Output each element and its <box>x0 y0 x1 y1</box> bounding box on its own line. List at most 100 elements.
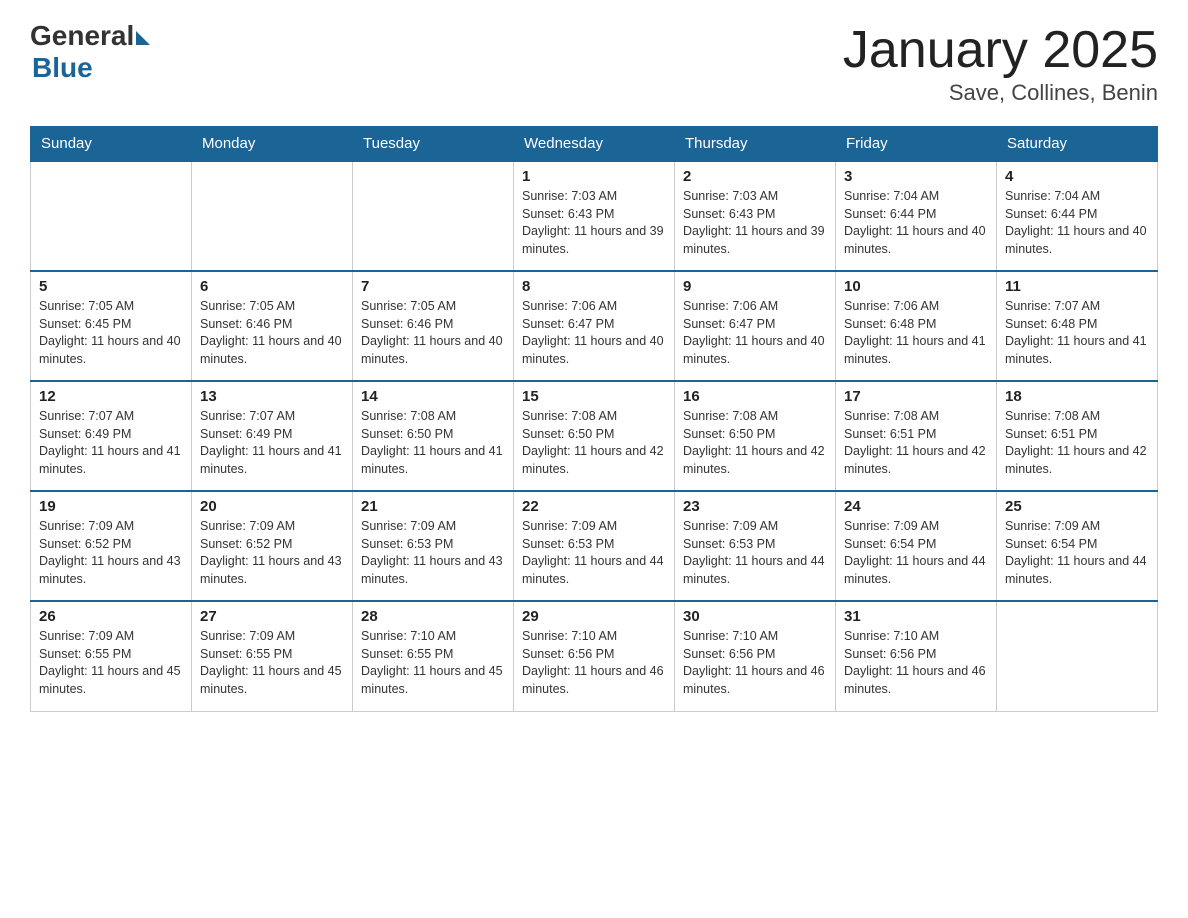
logo-blue-text: Blue <box>32 52 93 84</box>
day-number: 8 <box>522 278 666 295</box>
header-cell-wednesday: Wednesday <box>514 127 675 162</box>
day-info: Sunrise: 7:10 AMSunset: 6:55 PMDaylight:… <box>361 628 505 698</box>
day-number: 10 <box>844 278 988 295</box>
day-info: Sunrise: 7:07 AMSunset: 6:48 PMDaylight:… <box>1005 298 1149 368</box>
day-info: Sunrise: 7:03 AMSunset: 6:43 PMDaylight:… <box>683 188 827 258</box>
day-info: Sunrise: 7:09 AMSunset: 6:55 PMDaylight:… <box>39 628 183 698</box>
day-info: Sunrise: 7:04 AMSunset: 6:44 PMDaylight:… <box>1005 188 1149 258</box>
day-number: 20 <box>200 498 344 515</box>
day-cell: 9 Sunrise: 7:06 AMSunset: 6:47 PMDaylight… <box>675 271 836 381</box>
location-title: Save, Collines, Benin <box>843 80 1158 106</box>
day-number: 26 <box>39 608 183 625</box>
header-cell-monday: Monday <box>192 127 353 162</box>
day-cell: 31 Sunrise: 7:10 AMSunset: 6:56 PMDayligh… <box>836 601 997 711</box>
header-row: SundayMondayTuesdayWednesdayThursdayFrid… <box>31 127 1158 162</box>
calendar-table: SundayMondayTuesdayWednesdayThursdayFrid… <box>30 126 1158 712</box>
day-info: Sunrise: 7:06 AMSunset: 6:47 PMDaylight:… <box>683 298 827 368</box>
day-cell: 18Sunrise: 7:08 AMSunset: 6:51 PMDayligh… <box>997 381 1158 491</box>
header-cell-friday: Friday <box>836 127 997 162</box>
day-info: Sunrise: 7:09 AMSunset: 6:54 PMDaylight:… <box>844 518 988 588</box>
day-cell: 13 Sunrise: 7:07 AMSunset: 6:49 PMDayligh… <box>192 381 353 491</box>
day-number: 13 <box>200 388 344 405</box>
day-info: Sunrise: 7:09 AMSunset: 6:53 PMDaylight:… <box>361 518 505 588</box>
day-info: Sunrise: 7:05 AMSunset: 6:45 PMDaylight:… <box>39 298 183 368</box>
day-number: 14 <box>361 388 505 405</box>
header-cell-saturday: Saturday <box>997 127 1158 162</box>
day-info: Sunrise: 7:10 AMSunset: 6:56 PMDaylight:… <box>844 628 988 698</box>
day-info: Sunrise: 7:08 AMSunset: 6:50 PMDaylight:… <box>522 408 666 478</box>
header-cell-sunday: Sunday <box>31 127 192 162</box>
day-number: 29 <box>522 608 666 625</box>
day-info: Sunrise: 7:07 AMSunset: 6:49 PMDaylight:… <box>39 408 183 478</box>
day-number: 4 <box>1005 168 1149 185</box>
day-cell: 8 Sunrise: 7:06 AMSunset: 6:47 PMDaylight… <box>514 271 675 381</box>
logo-arrow-icon <box>136 31 150 45</box>
header-cell-tuesday: Tuesday <box>353 127 514 162</box>
logo-general-text: General <box>30 20 134 52</box>
day-info: Sunrise: 7:09 AMSunset: 6:53 PMDaylight:… <box>683 518 827 588</box>
page-header: General Blue January 2025 Save, Collines… <box>30 20 1158 106</box>
week-row-3: 12 Sunrise: 7:07 AMSunset: 6:49 PMDayligh… <box>31 381 1158 491</box>
month-title: January 2025 <box>843 20 1158 80</box>
day-number: 11 <box>1005 278 1149 295</box>
day-cell: 28Sunrise: 7:10 AMSunset: 6:55 PMDayligh… <box>353 601 514 711</box>
day-cell: 11 Sunrise: 7:07 AMSunset: 6:48 PMDayligh… <box>997 271 1158 381</box>
day-cell: 24 Sunrise: 7:09 AMSunset: 6:54 PMDayligh… <box>836 491 997 601</box>
day-info: Sunrise: 7:10 AMSunset: 6:56 PMDaylight:… <box>683 628 827 698</box>
week-row-2: 5Sunrise: 7:05 AMSunset: 6:45 PMDaylight… <box>31 271 1158 381</box>
day-number: 19 <box>39 498 183 515</box>
day-info: Sunrise: 7:09 AMSunset: 6:54 PMDaylight:… <box>1005 518 1149 588</box>
day-info: Sunrise: 7:05 AMSunset: 6:46 PMDaylight:… <box>200 298 344 368</box>
day-info: Sunrise: 7:03 AMSunset: 6:43 PMDaylight:… <box>522 188 666 258</box>
day-cell: 22Sunrise: 7:09 AMSunset: 6:53 PMDayligh… <box>514 491 675 601</box>
logo: General Blue <box>30 20 150 84</box>
day-cell: 2 Sunrise: 7:03 AMSunset: 6:43 PMDaylight… <box>675 161 836 271</box>
header-cell-thursday: Thursday <box>675 127 836 162</box>
day-info: Sunrise: 7:08 AMSunset: 6:51 PMDaylight:… <box>1005 408 1149 478</box>
day-cell: 20 Sunrise: 7:09 AMSunset: 6:52 PMDayligh… <box>192 491 353 601</box>
day-cell: 27Sunrise: 7:09 AMSunset: 6:55 PMDayligh… <box>192 601 353 711</box>
day-number: 6 <box>200 278 344 295</box>
day-number: 25 <box>1005 498 1149 515</box>
day-cell: 16Sunrise: 7:08 AMSunset: 6:50 PMDayligh… <box>675 381 836 491</box>
day-number: 12 <box>39 388 183 405</box>
day-info: Sunrise: 7:06 AMSunset: 6:47 PMDaylight:… <box>522 298 666 368</box>
day-info: Sunrise: 7:10 AMSunset: 6:56 PMDaylight:… <box>522 628 666 698</box>
day-info: Sunrise: 7:08 AMSunset: 6:50 PMDaylight:… <box>683 408 827 478</box>
day-number: 31 <box>844 608 988 625</box>
week-row-4: 19 Sunrise: 7:09 AMSunset: 6:52 PMDayligh… <box>31 491 1158 601</box>
day-cell: 5Sunrise: 7:05 AMSunset: 6:45 PMDaylight… <box>31 271 192 381</box>
calendar-body: 1 Sunrise: 7:03 AMSunset: 6:43 PMDaylight… <box>31 161 1158 711</box>
day-info: Sunrise: 7:06 AMSunset: 6:48 PMDaylight:… <box>844 298 988 368</box>
calendar-header: SundayMondayTuesdayWednesdayThursdayFrid… <box>31 127 1158 162</box>
day-cell: 12 Sunrise: 7:07 AMSunset: 6:49 PMDayligh… <box>31 381 192 491</box>
day-info: Sunrise: 7:09 AMSunset: 6:55 PMDaylight:… <box>200 628 344 698</box>
day-number: 9 <box>683 278 827 295</box>
day-cell: 19Sunrise: 7:09 AMSunset: 6:52 PMDayligh… <box>31 491 192 601</box>
day-cell: 4 Sunrise: 7:04 AMSunset: 6:44 PMDaylight… <box>997 161 1158 271</box>
day-cell: 10 Sunrise: 7:06 AMSunset: 6:48 PMDayligh… <box>836 271 997 381</box>
day-number: 24 <box>844 498 988 515</box>
week-row-1: 1 Sunrise: 7:03 AMSunset: 6:43 PMDaylight… <box>31 161 1158 271</box>
day-info: Sunrise: 7:05 AMSunset: 6:46 PMDaylight:… <box>361 298 505 368</box>
day-number: 7 <box>361 278 505 295</box>
day-number: 21 <box>361 498 505 515</box>
day-info: Sunrise: 7:08 AMSunset: 6:50 PMDaylight:… <box>361 408 505 478</box>
day-number: 1 <box>522 168 666 185</box>
day-number: 22 <box>522 498 666 515</box>
day-cell: 23Sunrise: 7:09 AMSunset: 6:53 PMDayligh… <box>675 491 836 601</box>
day-number: 2 <box>683 168 827 185</box>
day-cell: 3 Sunrise: 7:04 AMSunset: 6:44 PMDaylight… <box>836 161 997 271</box>
day-info: Sunrise: 7:04 AMSunset: 6:44 PMDaylight:… <box>844 188 988 258</box>
day-cell: 29 Sunrise: 7:10 AMSunset: 6:56 PMDayligh… <box>514 601 675 711</box>
day-cell: 7 Sunrise: 7:05 AMSunset: 6:46 PMDaylight… <box>353 271 514 381</box>
day-cell: 21 Sunrise: 7:09 AMSunset: 6:53 PMDayligh… <box>353 491 514 601</box>
day-number: 3 <box>844 168 988 185</box>
day-info: Sunrise: 7:09 AMSunset: 6:52 PMDaylight:… <box>200 518 344 588</box>
week-row-5: 26 Sunrise: 7:09 AMSunset: 6:55 PMDayligh… <box>31 601 1158 711</box>
day-number: 15 <box>522 388 666 405</box>
day-cell <box>997 601 1158 711</box>
day-info: Sunrise: 7:07 AMSunset: 6:49 PMDaylight:… <box>200 408 344 478</box>
day-cell: 30Sunrise: 7:10 AMSunset: 6:56 PMDayligh… <box>675 601 836 711</box>
day-cell: 17Sunrise: 7:08 AMSunset: 6:51 PMDayligh… <box>836 381 997 491</box>
